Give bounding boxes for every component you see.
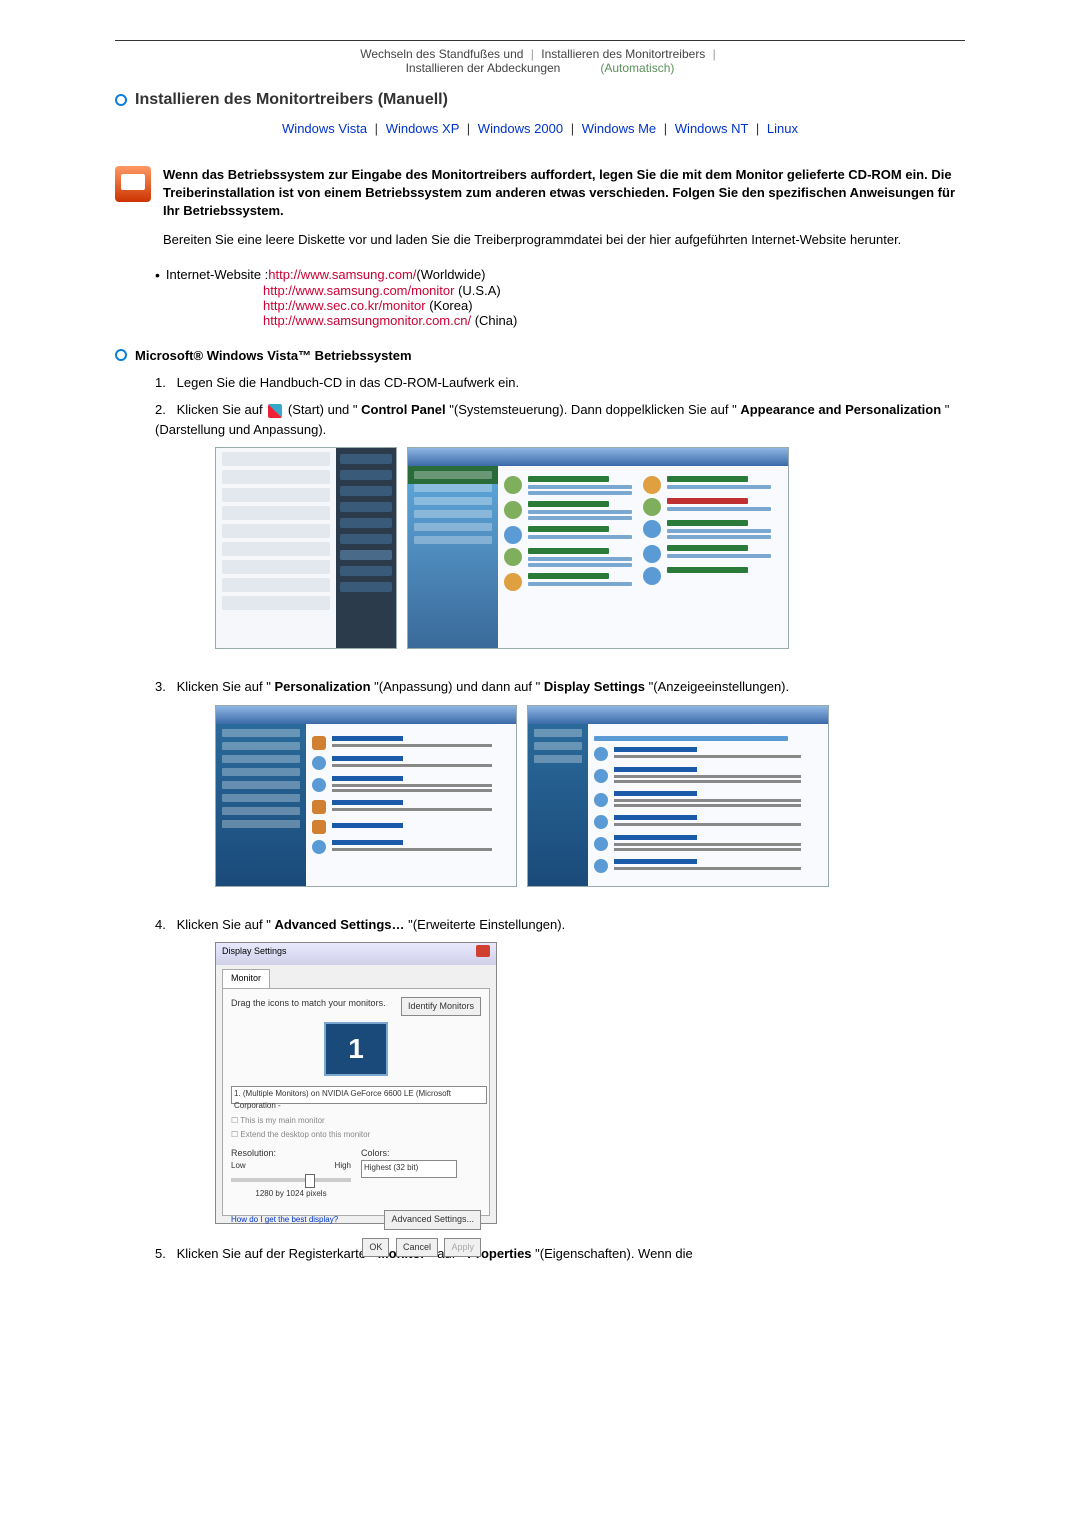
top-breadcrumb: Wechseln des Standfußes und | Installier… [115,40,965,81]
top-link-right1[interactable]: Installieren des Monitortreibers [541,47,705,61]
screenshot-start-menu [215,447,397,649]
website-url[interactable]: http://www.samsung.com/ [268,267,416,283]
section-bullet-icon [115,94,127,106]
step-text: Legen Sie die Handbuch-CD in das CD-ROM-… [177,375,520,390]
colors-label: Colors: [361,1147,481,1161]
step-text: (Start) und " [288,402,358,417]
apply-button[interactable]: Apply [444,1238,481,1258]
close-icon[interactable] [476,945,490,957]
link-windows-xp[interactable]: Windows XP [386,121,459,136]
check-main-monitor: ☐ This is my main monitor [231,1115,481,1127]
subsection-title: Microsoft® Windows Vista™ Betriebssystem [135,348,412,363]
ok-button[interactable]: OK [362,1238,389,1258]
page-title: Installieren des Monitortreibers (Manuel… [135,91,448,109]
website-url[interactable]: http://www.sec.co.kr/monitor [263,298,426,313]
top-link-left2[interactable]: Installieren der Abdeckungen [406,61,561,75]
check-extend-desktop: ☐ Extend the desktop onto this monitor [231,1129,481,1141]
intro-plain-text: Bereiten Sie eine leere Diskette vor und… [163,231,965,249]
identify-monitors-button[interactable]: Identify Monitors [401,997,481,1017]
os-link-row: Windows Vista | Windows XP | Windows 200… [115,121,965,136]
pipe: | [713,47,716,61]
link-windows-vista[interactable]: Windows Vista [282,121,367,136]
step-bold: Personalization [274,679,370,694]
screenshot-personalization-2 [527,705,829,887]
monitor-preview[interactable]: 1 [324,1022,388,1076]
link-windows-me[interactable]: Windows Me [582,121,656,136]
resolution-label: Resolution: [231,1147,351,1161]
cancel-button[interactable]: Cancel [396,1238,438,1258]
resolution-slider[interactable] [231,1178,351,1182]
screenshot-control-panel [407,447,789,649]
screenshot-personalization-1 [215,705,517,887]
screenshot-display-settings: Display Settings Monitor Drag the icons … [215,942,497,1224]
slider-low: Low [231,1160,246,1172]
intro-bold-text: Wenn das Betriebssystem zur Eingabe des … [163,166,965,221]
link-windows-nt[interactable]: Windows NT [675,121,748,136]
bullet-dot-icon: • [155,267,160,283]
pipe: | [531,47,534,61]
cdrom-icon [115,166,151,202]
dialog-tab-monitor[interactable]: Monitor [222,969,270,988]
step-3: 3. Klicken Sie auf " Personalization "(A… [155,677,965,697]
step-bold: Display Settings [544,679,645,694]
step-text: "(Systemsteuerung). Dann doppelklicken S… [449,402,736,417]
windows-start-icon [268,404,282,418]
link-windows-2000[interactable]: Windows 2000 [478,121,563,136]
colors-select[interactable]: Highest (32 bit) [361,1160,457,1178]
step-text: "(Anzeigeeinstellungen). [649,679,789,694]
subsection-bullet-icon [115,349,127,361]
website-suffix: (Worldwide) [416,267,485,283]
website-suffix: (Korea) [429,298,472,313]
resolution-value: 1280 by 1024 pixels [231,1188,351,1200]
drag-instruction: Drag the icons to match your monitors. [231,997,386,1011]
step-text: Klicken Sie auf [177,402,267,417]
slider-high: High [335,1160,351,1172]
step-text: "(Erweiterte Einstellungen). [408,917,565,932]
step-bold: Advanced Settings… [274,917,404,932]
website-suffix: (China) [475,313,518,328]
website-url[interactable]: http://www.samsungmonitor.com.cn/ [263,313,471,328]
link-linux[interactable]: Linux [767,121,798,136]
website-url[interactable]: http://www.samsung.com/monitor [263,283,454,298]
top-link-left1[interactable]: Wechseln des Standfußes und [360,47,523,61]
step-bold: Appearance and Personalization [740,402,941,417]
step-2: 2. Klicken Sie auf (Start) und " Control… [155,400,965,439]
step-text: "(Anpassung) und dann auf " [374,679,540,694]
step-4: 4. Klicken Sie auf " Advanced Settings… … [155,915,965,935]
help-link[interactable]: How do I get the best display? [231,1214,338,1226]
step-1: 1. Legen Sie die Handbuch-CD in das CD-R… [155,373,965,393]
dialog-title: Display Settings [222,945,287,963]
website-label: Internet-Website : [166,267,268,283]
top-link-right2: (Automatisch) [600,61,674,75]
step-text: Klicken Sie auf " [177,679,271,694]
advanced-settings-button[interactable]: Advanced Settings... [384,1210,481,1230]
website-suffix: (U.S.A) [458,283,501,298]
monitor-select[interactable]: 1. (Multiple Monitors) on NVIDIA GeForce… [231,1086,487,1104]
step-text: Klicken Sie auf " [177,917,271,932]
step-text: "(Eigenschaften). Wenn die [535,1246,693,1261]
website-list: • Internet-Website : http://www.samsung.… [155,267,965,328]
step-bold: Control Panel [361,402,446,417]
